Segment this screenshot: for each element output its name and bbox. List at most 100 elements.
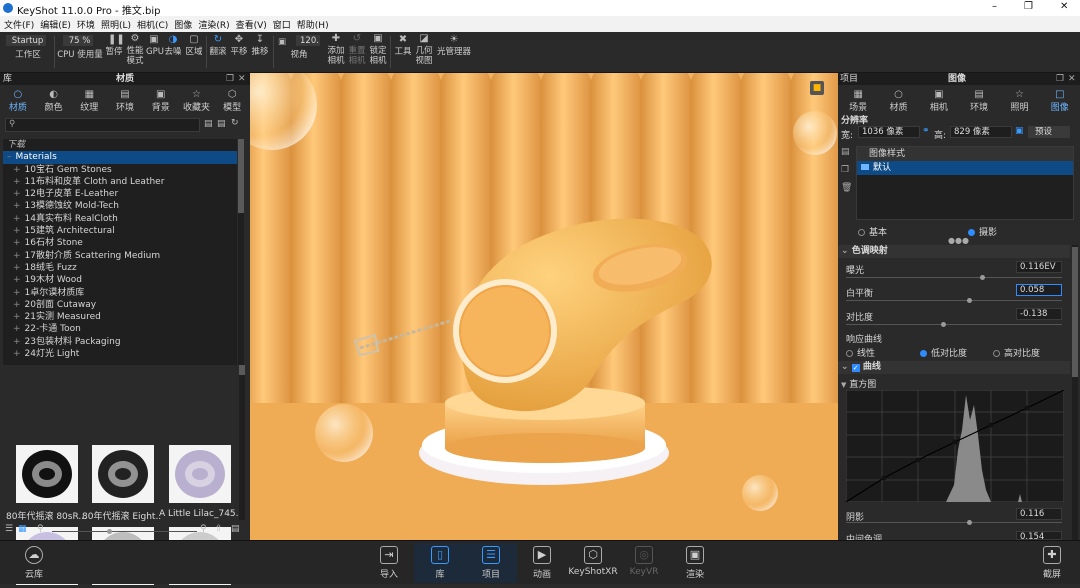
bottom-tab[interactable]: ☰ 项目 [465,543,517,583]
folder-add-icon[interactable]: ▤ [217,119,226,129]
link-icon[interactable]: ⚭ [922,126,930,136]
undock-icon[interactable]: ❐ [226,73,234,85]
library-tab[interactable]: ◐ 颜色 [36,87,72,113]
region-button[interactable]: ▢ 区域 [184,35,204,58]
zoom-out-icon[interactable]: ⚲ [37,524,44,534]
menu-item[interactable]: 文件(F) [4,18,34,31]
pause-button[interactable]: ❚❚ 暂停 [104,35,124,58]
material-thumbnail[interactable] [92,445,154,503]
thumb-size-slider[interactable] [52,529,197,534]
pan-button[interactable]: ✥ 平移 [229,35,249,58]
image-style-item[interactable]: 默认 [857,161,1073,175]
menu-item[interactable]: 编辑(E) [40,18,71,31]
curve-low-radio[interactable]: 低对比度 [920,346,967,359]
menu-item[interactable]: 图像 [174,18,192,31]
menu-item[interactable]: 窗口 [273,18,291,31]
bottom-tab[interactable]: ▯ 库 [414,543,466,583]
lock-icon[interactable]: ▣ [1015,126,1024,136]
cloud-library-button[interactable]: ☁ 云库 [8,543,60,583]
curves-header[interactable]: ⌄ ✓ 曲线 [838,361,1070,374]
bottom-tab[interactable]: ⇥ 导入 [363,543,415,583]
zoom-in-icon[interactable]: ⚲ [200,524,207,534]
tree-item[interactable]: +21实测 Measured [3,311,237,323]
material-thumbnail[interactable] [169,445,231,503]
preset-button[interactable]: 预设 [1028,126,1070,138]
light-manager-button[interactable]: ☀ 光管理器 [436,35,472,58]
tree-item[interactable]: +20剖面 Cutaway [3,299,237,311]
menu-item[interactable]: 相机(C) [137,18,168,31]
undock-icon[interactable]: ❐ [1056,73,1064,85]
render-viewport[interactable]: ■ [250,73,838,540]
dolly-button[interactable]: ↧ 推移 [250,35,270,58]
menu-item[interactable]: 查看(V) [236,18,267,31]
tools-button[interactable]: ✖ 工具 [393,35,413,58]
shadow-field[interactable]: 0.116 [1016,508,1062,520]
splitter-handle[interactable]: ●●● [948,236,969,245]
field-of-view-control[interactable]: ▣ 120.0 视角 [276,35,322,60]
mode-photo-radio[interactable]: 摄影 [968,225,997,238]
tree-item[interactable]: +12电子皮革 E-Leather [3,188,237,200]
library-tab[interactable]: ☆ 收藏夹 [179,87,215,113]
refresh-icon[interactable]: ↻ [231,118,239,128]
tree-materials-root[interactable]: – Materials [3,151,237,164]
bottom-tab[interactable]: ◎ KeyVR [618,543,670,583]
library-tab[interactable]: ▤ 环境 [107,87,143,113]
bottom-tab[interactable]: ⬡ KeyShotXR [567,543,619,583]
upload-icon[interactable]: ⇧ [215,524,223,534]
shadow-slider[interactable] [846,520,1062,525]
add-camera-button[interactable]: ✚ 添加 相机 [326,34,346,67]
performance-mode-button[interactable]: ⚙ 性能 模式 [125,34,145,67]
contrast-slider[interactable] [846,322,1062,327]
white-balance-slider[interactable] [846,298,1062,303]
library-tab[interactable]: ▦ 纹理 [71,87,107,113]
tree-item[interactable]: +17散射介质 Scattering Medium [3,250,237,262]
workspace-select[interactable]: Startup [6,35,46,46]
bottom-tab[interactable]: ▣ 渲染 [669,543,721,583]
tree-item[interactable]: +18绒毛 Fuzz [3,262,237,274]
menu-item[interactable]: 帮助(H) [297,18,329,31]
screenshot-button[interactable]: ✚ 截屏 [1026,543,1078,583]
copy-icon[interactable]: ❐ [841,165,849,175]
project-tab[interactable]: ▣ 相机 [919,87,959,113]
tree-item[interactable]: +14真实布料 RealCloth [3,213,237,225]
mode-basic-radio[interactable]: 基本 [858,225,887,238]
bottom-tab[interactable]: ▶ 动画 [516,543,568,583]
thumb-scrollbar[interactable] [239,365,245,520]
trash-icon[interactable]: 🗑 [841,183,852,193]
close-icon[interactable]: ✕ [1060,1,1068,12]
histogram-curve-graph[interactable] [846,390,1064,502]
curves-checkbox[interactable]: ✓ [851,364,860,372]
reset-camera-button[interactable]: ↺ 重置 相机 [347,34,367,67]
tree-item[interactable]: +24灯光 Light [3,348,237,360]
curve-high-radio[interactable]: 高对比度 [993,346,1040,359]
tone-mapping-header[interactable]: ⌄ 色调映射 [838,245,1070,258]
list-view-icon[interactable]: ☰ [5,524,13,534]
histogram-header[interactable]: ▼ 直方图 [841,377,876,390]
folder-icon[interactable]: ▤ [204,119,213,129]
project-tab[interactable]: ☆ 照明 [999,87,1039,113]
menu-item[interactable]: 渲染(R) [198,18,229,31]
project-tab[interactable]: ▦ 场景 [838,87,878,113]
geometry-view-button[interactable]: ◪ 几何 视图 [414,34,434,67]
maximize-icon[interactable]: ❐ [1024,1,1033,12]
fov-field[interactable]: 120.0 [296,35,320,46]
minimize-icon[interactable]: – [992,1,997,12]
tree-item[interactable]: +16石材 Stone [3,237,237,249]
viewport-overlay-icon[interactable]: ■ [810,81,824,95]
tree-item[interactable]: +13模德蚀纹 Mold-Tech [3,200,237,212]
gpu-button[interactable]: ▣ GPU [146,35,164,58]
menu-item[interactable]: 照明(L) [101,18,131,31]
tree-item[interactable]: +23包装材料 Packaging [3,336,237,348]
library-tab[interactable]: ▣ 背景 [143,87,179,113]
panel-close-icon[interactable]: ✕ [1068,73,1076,85]
white-balance-field[interactable]: 0.058 [1016,284,1062,296]
project-tab[interactable]: □ 图像 [1040,87,1080,113]
library-tab[interactable]: ○ 材质 [0,87,36,113]
lock-camera-button[interactable]: ▣ 锁定 相机 [368,34,388,67]
project-scrollbar[interactable] [1072,245,1078,540]
tree-item[interactable]: +1卓尔谟材质库 [3,287,237,299]
denoise-button[interactable]: ◑ 去噪 [163,35,183,58]
project-tab[interactable]: ○ 材质 [878,87,918,113]
project-tab[interactable]: ▤ 环境 [959,87,999,113]
library-tab[interactable]: ⬡ 模型 [214,87,250,113]
